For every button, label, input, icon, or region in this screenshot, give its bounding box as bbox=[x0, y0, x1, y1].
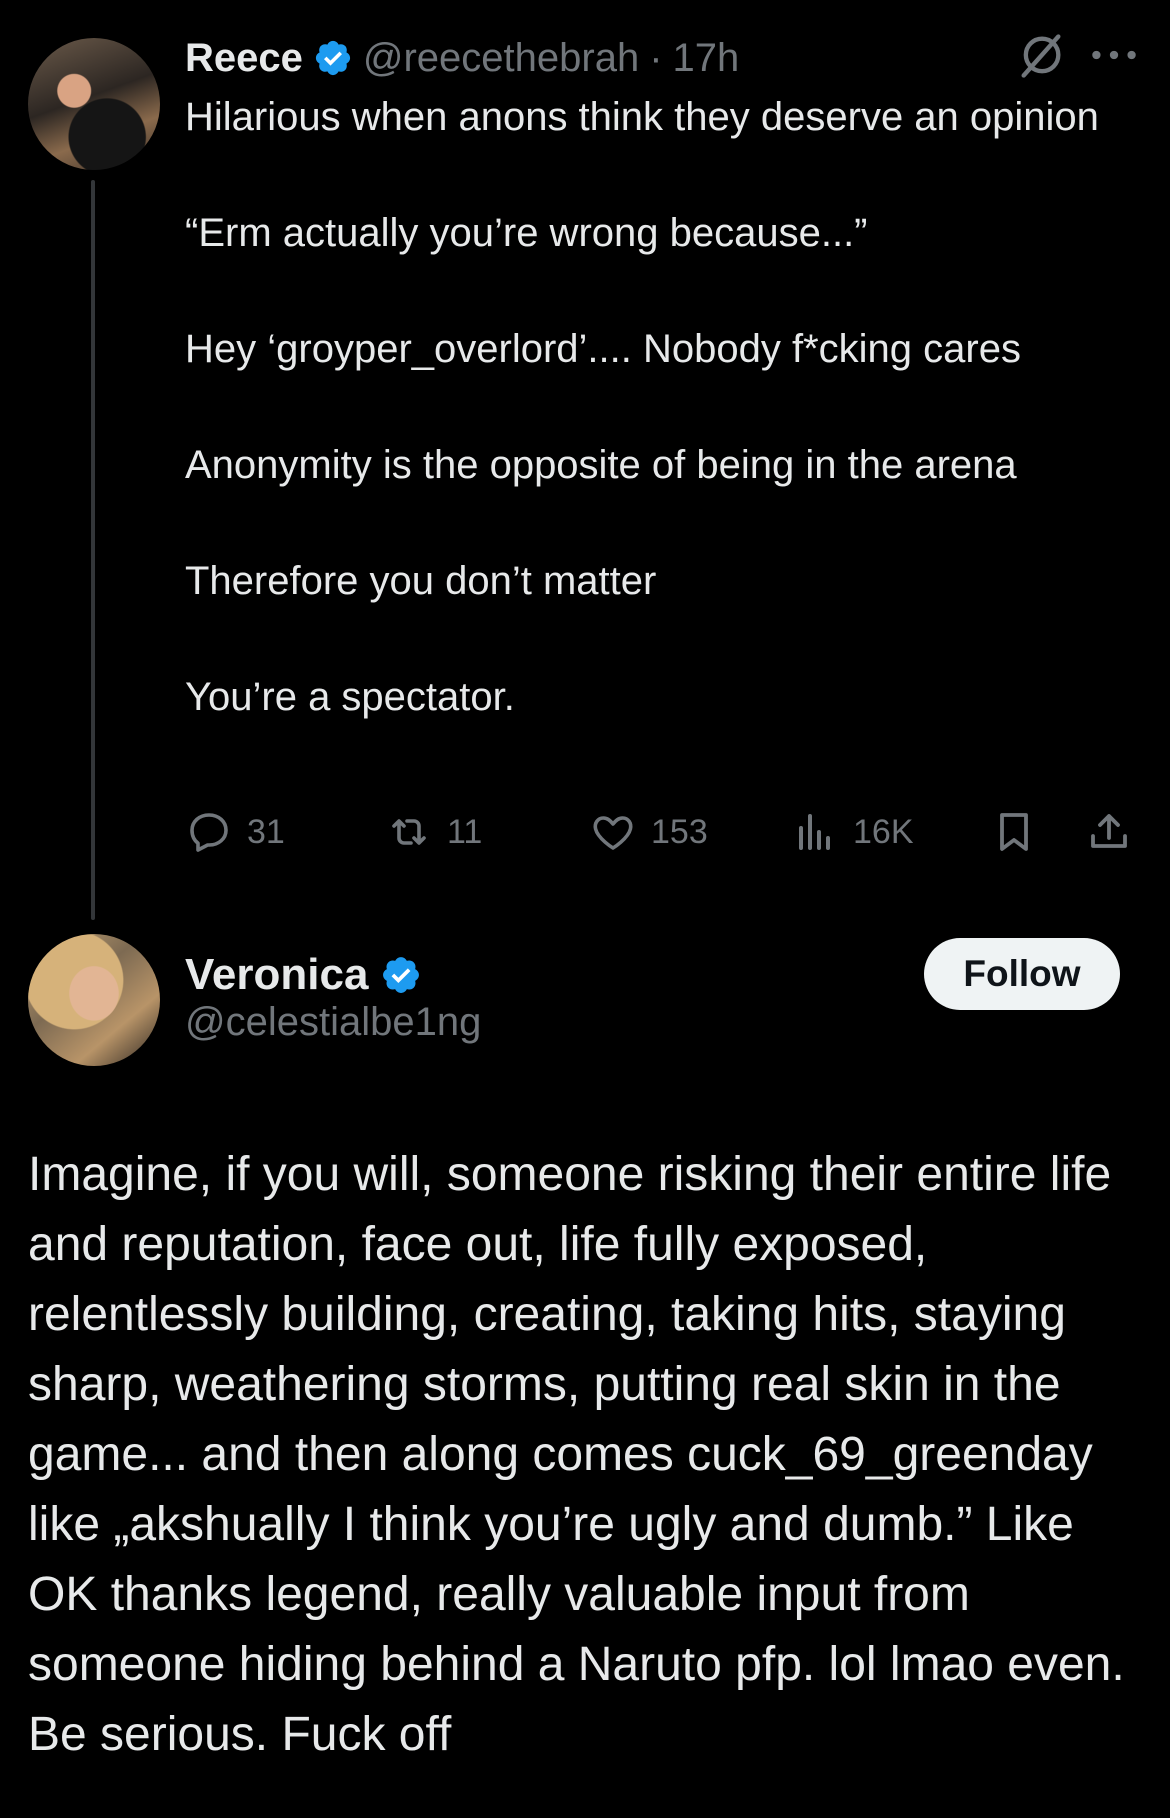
reply-tweet-header: Reece @reecethebrah · 17h bbox=[185, 28, 739, 88]
main-tweet-text: Imagine, if you will, someone risking th… bbox=[28, 1148, 1125, 1761]
text-line: Hilarious when anons think they deserve … bbox=[185, 95, 1099, 139]
like-icon bbox=[593, 816, 633, 850]
author-handle[interactable]: @reecethebrah bbox=[363, 36, 639, 81]
author-handle[interactable]: @celestialbe1ng bbox=[185, 1000, 481, 1045]
reply-tweet-text: Hilarious when anons think they deserve … bbox=[185, 88, 1145, 726]
bookmark-button[interactable] bbox=[990, 800, 1038, 864]
author-name[interactable]: Reece bbox=[185, 36, 303, 81]
text-line: “Erm actually you’re wrong because...” bbox=[185, 211, 868, 255]
repost-icon bbox=[392, 819, 426, 845]
like-count: 153 bbox=[651, 812, 708, 851]
repost-count: 11 bbox=[447, 812, 483, 851]
text-line: Anonymity is the opposite of being in th… bbox=[185, 443, 1017, 487]
share-button[interactable] bbox=[1085, 800, 1133, 864]
thread-line bbox=[91, 180, 95, 920]
text-line: Therefore you don’t matter bbox=[185, 559, 657, 603]
reply-icon bbox=[190, 813, 228, 852]
veronica-avatar[interactable] bbox=[28, 934, 160, 1066]
verified-badge-icon bbox=[315, 40, 350, 76]
action-bar: 31 11 153 16K bbox=[185, 800, 1145, 864]
tweet-time[interactable]: 17h bbox=[673, 36, 740, 81]
reply-tweet[interactable]: Reece @reecethebrah · 17h Hilarious when… bbox=[0, 0, 1170, 930]
more-icon[interactable] bbox=[1090, 40, 1138, 70]
text-line: You’re a spectator. bbox=[185, 675, 515, 719]
views-button[interactable]: 16K bbox=[791, 800, 914, 864]
share-icon bbox=[1091, 814, 1127, 848]
author-name[interactable]: Veronica bbox=[185, 950, 368, 1000]
text-line: Hey ‘groyper_overlord’.... Nobody f*ckin… bbox=[185, 327, 1021, 371]
bookmark-icon bbox=[1000, 813, 1028, 851]
grok-icon[interactable] bbox=[1015, 30, 1067, 82]
separator-dot: · bbox=[649, 35, 663, 80]
verified-badge-icon bbox=[383, 957, 420, 993]
repost-button[interactable]: 11 bbox=[385, 800, 482, 864]
like-button[interactable]: 153 bbox=[589, 800, 708, 864]
views-count: 16K bbox=[853, 812, 914, 851]
reply-count: 31 bbox=[247, 812, 285, 851]
views-icon bbox=[799, 814, 830, 850]
reply-button[interactable]: 31 bbox=[185, 800, 285, 864]
reece-avatar[interactable] bbox=[28, 38, 160, 170]
follow-button[interactable]: Follow bbox=[924, 938, 1120, 1010]
